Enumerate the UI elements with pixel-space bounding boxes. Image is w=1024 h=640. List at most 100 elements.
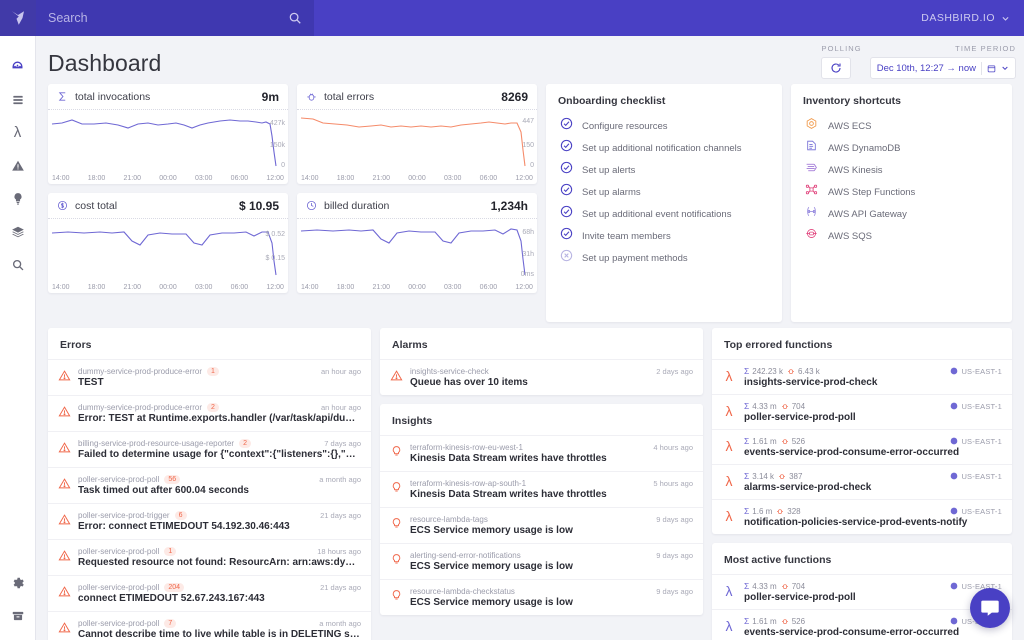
inventory-item-kinesis[interactable]: AWS Kinesis	[791, 159, 1012, 181]
sidebar-item-functions[interactable]: λ	[0, 116, 36, 149]
metric-card-total-errors[interactable]: total errors 8269 447 150 0 14:00 18:00	[297, 84, 537, 184]
metric-value: 8269	[501, 90, 528, 104]
errors-stat: 328	[776, 507, 800, 516]
checklist-item[interactable]: Set up alerts	[546, 159, 782, 181]
checklist-item[interactable]: Configure resources	[546, 115, 782, 137]
sidebar-item-archive[interactable]	[0, 599, 36, 632]
insight-row[interactable]: terraform-kinesis-row-eu-west-1 4 hours …	[380, 435, 703, 471]
error-body: poller-service-prod-trigger 6 21 days ag…	[78, 511, 361, 532]
intercom-chat-button[interactable]	[970, 588, 1010, 628]
sidebar-bottom	[0, 566, 36, 640]
insight-body: resource-lambda-tags 9 days ago ECS Serv…	[410, 515, 693, 536]
sidebar-item-insights[interactable]	[0, 182, 36, 215]
sidebar-item-logs[interactable]	[0, 83, 36, 116]
inventory-item-dynamodb[interactable]: AWS DynamoDB	[791, 137, 1012, 159]
search-box[interactable]	[36, 0, 314, 36]
error-row[interactable]: poller-service-prod-trigger 6 21 days ag…	[48, 503, 371, 539]
insight-body: alerting-send-error-notifications 9 days…	[410, 551, 693, 572]
checklist-item[interactable]: Set up additional event notifications	[546, 203, 782, 225]
metric-card-billed-duration[interactable]: billed duration 1,234h 68h 31h 0ms 14:00…	[297, 193, 537, 293]
insight-row[interactable]: terraform-kinesis-row-ap-south-1 5 hours…	[380, 471, 703, 507]
polling-refresh-button[interactable]	[821, 57, 851, 79]
inventory-item-api-gateway[interactable]: AWS API Gateway	[791, 203, 1012, 225]
error-count-badge: 204	[164, 583, 184, 592]
alarm-row[interactable]: insights-service-check 2 days ago Queue …	[380, 359, 703, 395]
sidebar-item-dashboard[interactable]	[0, 50, 36, 83]
checklist-item[interactable]: Invite team members	[546, 225, 782, 247]
function-meta: Σ242.23 k 6.43 k US-EAST-1	[744, 366, 1002, 376]
errors-stat: 704	[781, 402, 805, 411]
function-row[interactable]: λ Σ1.61 m 526 US-EAST-1 events-service-p…	[712, 429, 1012, 464]
error-body: poller-service-prod-poll 7 a month ago C…	[78, 619, 361, 640]
lambda-icon: λ	[721, 436, 737, 453]
y-axis-label: 150k	[270, 142, 285, 149]
card-title: Inventory shortcuts	[791, 84, 1012, 115]
checklist-item[interactable]: Set up payment methods	[546, 247, 782, 269]
step-functions-icon	[805, 183, 818, 201]
sidebar-item-settings[interactable]	[0, 566, 36, 599]
insight-row[interactable]: resource-lambda-checkstatus 9 days ago E…	[380, 579, 703, 615]
globe-icon	[950, 472, 958, 480]
error-row[interactable]: poller-service-prod-poll 204 21 days ago…	[48, 575, 371, 611]
refresh-icon	[830, 62, 842, 74]
metric-card-total-invocations[interactable]: total invocations 9m 427k 150k 0 14:00 1…	[48, 84, 288, 184]
checklist-label: Set up additional event notifications	[582, 209, 731, 220]
inventory-item-step-functions[interactable]: AWS Step Functions	[791, 181, 1012, 203]
polling-control: POLLING	[821, 44, 861, 79]
error-row[interactable]: billing-service-prod-resource-usage-repo…	[48, 431, 371, 467]
bug-icon	[778, 472, 786, 480]
sidebar-item-alarms[interactable]	[0, 149, 36, 182]
search-input[interactable]	[48, 11, 288, 25]
time-period-picker[interactable]: Dec 10th, 12:27 → now	[870, 57, 1016, 79]
check-circle-icon	[560, 205, 573, 223]
insight-row[interactable]: resource-lambda-tags 9 days ago ECS Serv…	[380, 507, 703, 543]
function-row[interactable]: λ Σ4.33 m 704 US-EAST-1 poller-service-p…	[712, 574, 1012, 609]
metric-value: 9m	[262, 90, 279, 104]
metric-label: billed duration	[324, 200, 389, 212]
sparkline-chart: 427k 150k 0 14:00 18:00 21:00 00:00 03:0…	[48, 110, 288, 184]
lightbulb-icon	[389, 587, 403, 602]
function-row[interactable]: λ Σ1.6 m 328 US-EAST-1 notification-poli…	[712, 499, 1012, 534]
invocations-value: 3.14 k	[752, 472, 774, 481]
error-meta: dummy-service-prod-produce-error 2 an ho…	[78, 403, 361, 412]
insight-row[interactable]: alerting-send-error-notifications 9 days…	[380, 543, 703, 579]
inventory-item-sqs[interactable]: AWS SQS	[791, 225, 1012, 247]
error-count-badge: 2	[239, 439, 251, 448]
account-menu[interactable]: DASHBIRD.IO	[921, 12, 1024, 24]
gauge-icon	[10, 59, 25, 74]
function-row[interactable]: λ Σ242.23 k 6.43 k US-EAST-1 insights-se…	[712, 359, 1012, 394]
checklist-item[interactable]: Set up alarms	[546, 181, 782, 203]
error-row[interactable]: poller-service-prod-poll 56 a month ago …	[48, 467, 371, 503]
function-row[interactable]: λ Σ3.14 k 387 US-EAST-1 alarms-service-p…	[712, 464, 1012, 499]
inventory-item-ecs[interactable]: AWS ECS	[791, 115, 1012, 137]
function-row[interactable]: λ Σ1.61 m 526 US-EAST-1 events-service-p…	[712, 609, 1012, 640]
error-body: billing-service-prod-resource-usage-repo…	[78, 439, 361, 460]
x-tick: 14:00	[301, 175, 319, 182]
function-name: insights-service-prod-check	[744, 377, 1002, 388]
sidebar-item-inventory[interactable]	[0, 215, 36, 248]
function-row[interactable]: λ Σ4.33 m 704 US-EAST-1 poller-service-p…	[712, 394, 1012, 429]
x-tick: 06:00	[231, 175, 249, 182]
y-axis-label: 31h	[522, 251, 534, 258]
globe-icon	[950, 367, 958, 375]
errors-stat: 526	[781, 617, 805, 626]
error-row[interactable]: poller-service-prod-poll 7 a month ago C…	[48, 611, 371, 640]
error-message: Error: TEST at Runtime.exports.handler (…	[78, 413, 361, 424]
x-tick: 21:00	[372, 284, 390, 291]
error-function: billing-service-prod-resource-usage-repo…	[78, 439, 234, 448]
sigma-icon	[57, 91, 72, 102]
function-body: Σ1.61 m 526 US-EAST-1 events-service-pro…	[744, 436, 1002, 458]
metric-card-cost-total[interactable]: cost total $ 10.95 $ 0.52 $ 0.15 14:00 1…	[48, 193, 288, 293]
errors-stat: 704	[781, 582, 805, 591]
error-row[interactable]: poller-service-prod-poll 1 18 hours ago …	[48, 539, 371, 575]
sidebar-item-search[interactable]	[0, 248, 36, 281]
app-logo[interactable]	[0, 0, 36, 36]
error-row[interactable]: dummy-service-prod-produce-error 1 an ho…	[48, 359, 371, 395]
right-column: Top errored functions λ Σ242.23 k 6.43 k…	[712, 328, 1012, 640]
function-meta: Σ3.14 k 387 US-EAST-1	[744, 471, 1002, 481]
metric-value: 1,234h	[491, 199, 528, 213]
main-content: Dashboard POLLING TIME PERIOD Dec 10th, …	[36, 36, 1024, 640]
search-icon[interactable]	[288, 11, 302, 25]
checklist-item[interactable]: Set up additional notification channels	[546, 137, 782, 159]
error-row[interactable]: dummy-service-prod-produce-error 2 an ho…	[48, 395, 371, 431]
